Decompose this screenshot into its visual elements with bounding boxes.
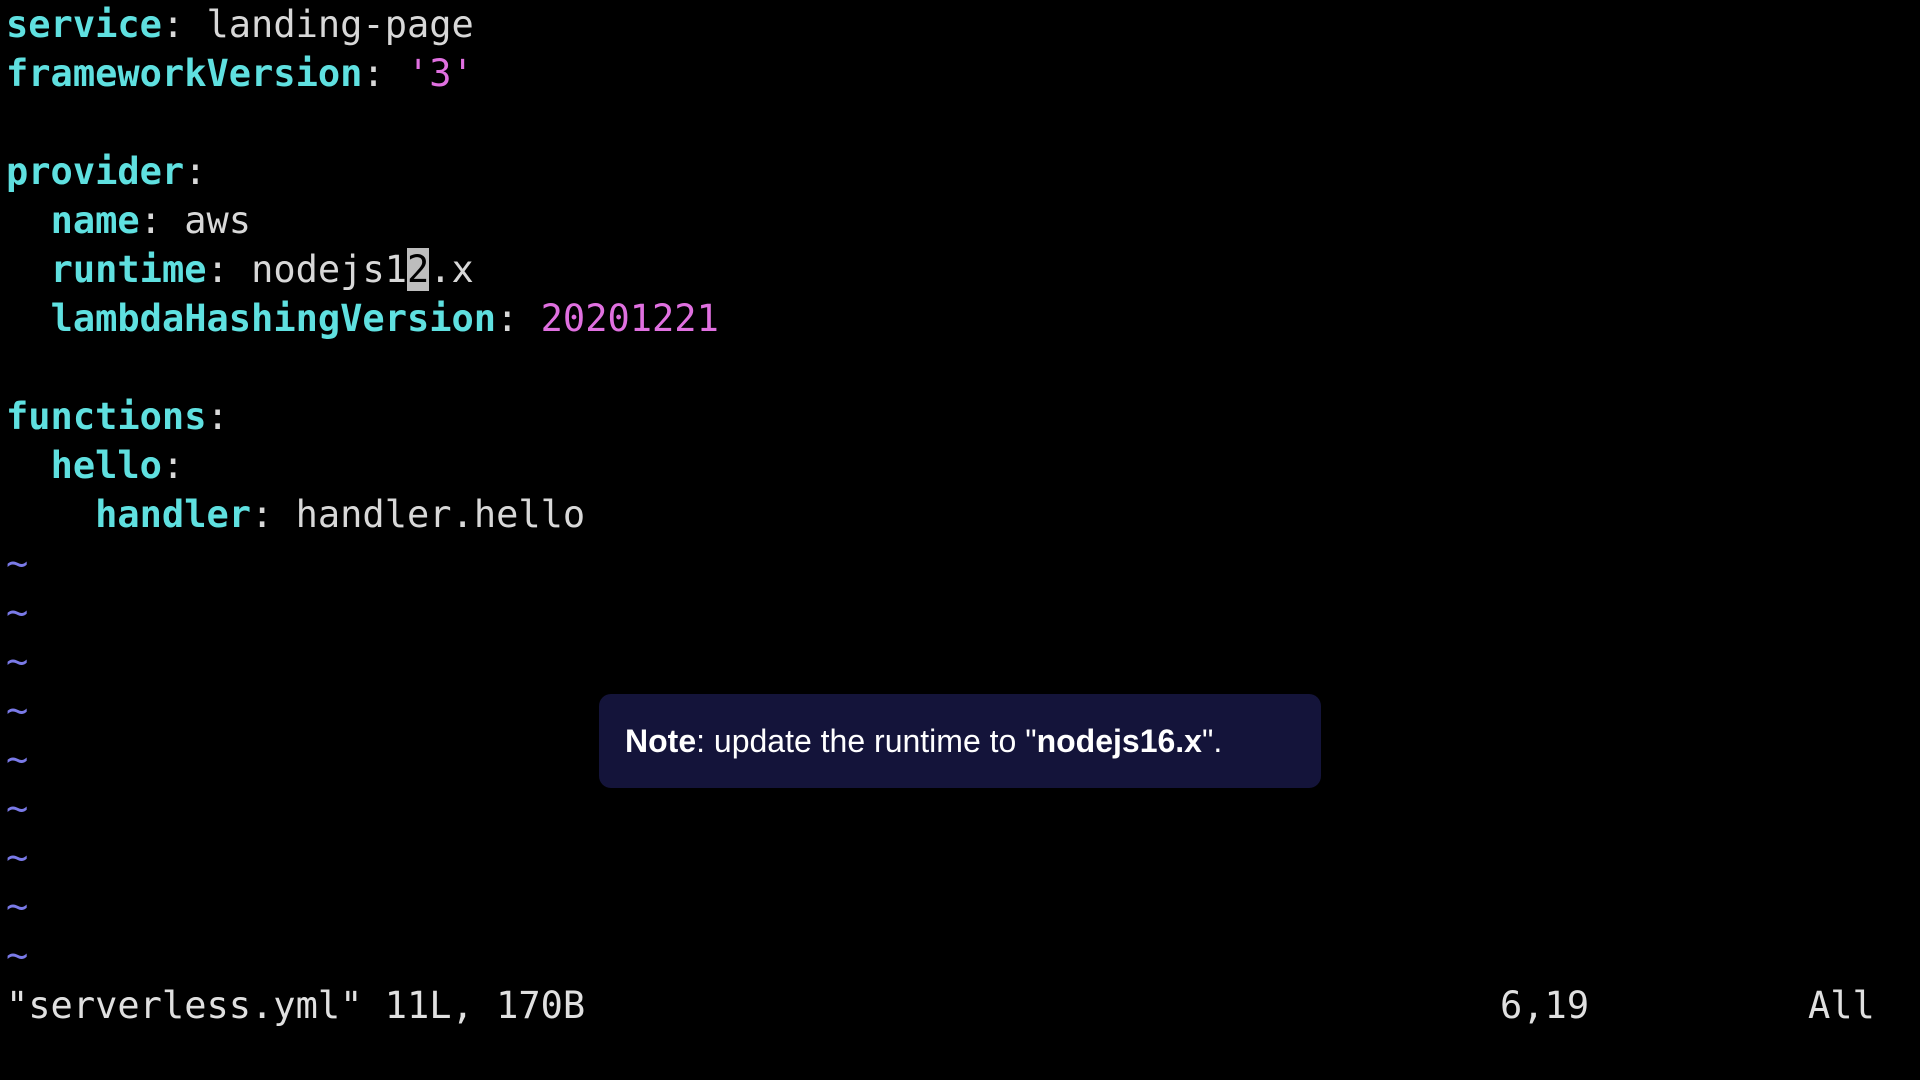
code-line-8[interactable] (6, 343, 1906, 392)
code-line-6[interactable]: runtime: nodejs12.x (6, 245, 1906, 294)
code-line-7[interactable]: lambdaHashingVersion: 20201221 (6, 294, 1906, 343)
code-line-2[interactable]: frameworkVersion: '3' (6, 49, 1906, 98)
yaml-key: functions (6, 395, 207, 438)
empty-line-marker: ~ (6, 934, 29, 977)
yaml-value: handler.hello (295, 493, 586, 536)
yaml-key: handler (95, 493, 252, 536)
yaml-value: .x (429, 248, 474, 291)
empty-line-marker: ~ (6, 542, 29, 585)
yaml-separator: : (161, 3, 207, 46)
file-info-message: "serverless.yml" 11L, 170B (6, 984, 586, 1027)
yaml-separator: : (161, 444, 185, 487)
yaml-separator: : (362, 52, 407, 95)
note-label: Note (625, 722, 697, 759)
empty-line-marker: ~ (6, 787, 29, 830)
yaml-separator: : (251, 493, 296, 536)
vim-editor-buffer[interactable]: service: landing-page frameworkVersion: … (6, 0, 1906, 980)
code-line-3[interactable] (6, 98, 1906, 147)
empty-line-marker: ~ (6, 640, 29, 683)
yaml-key: service (6, 3, 162, 46)
text-cursor: 2 (407, 248, 430, 291)
yaml-value: nodejs1 (251, 248, 407, 291)
scroll-position: All (1808, 984, 1875, 1027)
yaml-value: aws (184, 199, 252, 242)
yaml-key: frameworkVersion (6, 52, 363, 95)
yaml-key: hello (50, 444, 162, 487)
note-overlay: Note: update the runtime to " nodejs16.x "… (599, 694, 1321, 788)
code-line-9[interactable]: functions: (6, 392, 1906, 441)
yaml-separator: : (206, 395, 229, 438)
yaml-separator: : (184, 150, 207, 193)
yaml-value: landing-page (206, 3, 474, 46)
note-text-after: ". (1201, 722, 1223, 759)
note-text-before: : update the runtime to " (696, 722, 1037, 759)
code-line-4[interactable]: provider: (6, 147, 1906, 196)
yaml-separator: : (206, 248, 252, 291)
yaml-number-value: 20201221 (540, 297, 719, 340)
yaml-separator: : (139, 199, 185, 242)
yaml-separator: : (496, 297, 541, 340)
code-line-1[interactable]: service: landing-page (6, 0, 1906, 49)
vim-status-line: "serverless.yml" 11L, 170B 6,19 All (6, 981, 1886, 1030)
cursor-position: 6,19 (1500, 984, 1590, 1027)
yaml-string-value: '3' (406, 52, 474, 95)
yaml-key: runtime (50, 248, 207, 291)
empty-line-marker: ~ (6, 885, 29, 928)
note-emphasis: nodejs16.x (1036, 722, 1202, 759)
code-line-5[interactable]: name: aws (6, 196, 1906, 245)
yaml-key: provider (6, 150, 185, 193)
yaml-key: lambdaHashingVersion (50, 297, 497, 340)
code-line-11[interactable]: handler: handler.hello (6, 490, 1906, 539)
code-line-10[interactable]: hello: (6, 441, 1906, 490)
empty-line-marker: ~ (6, 836, 29, 879)
empty-line-marker: ~ (6, 591, 29, 634)
yaml-key: name (50, 199, 140, 242)
